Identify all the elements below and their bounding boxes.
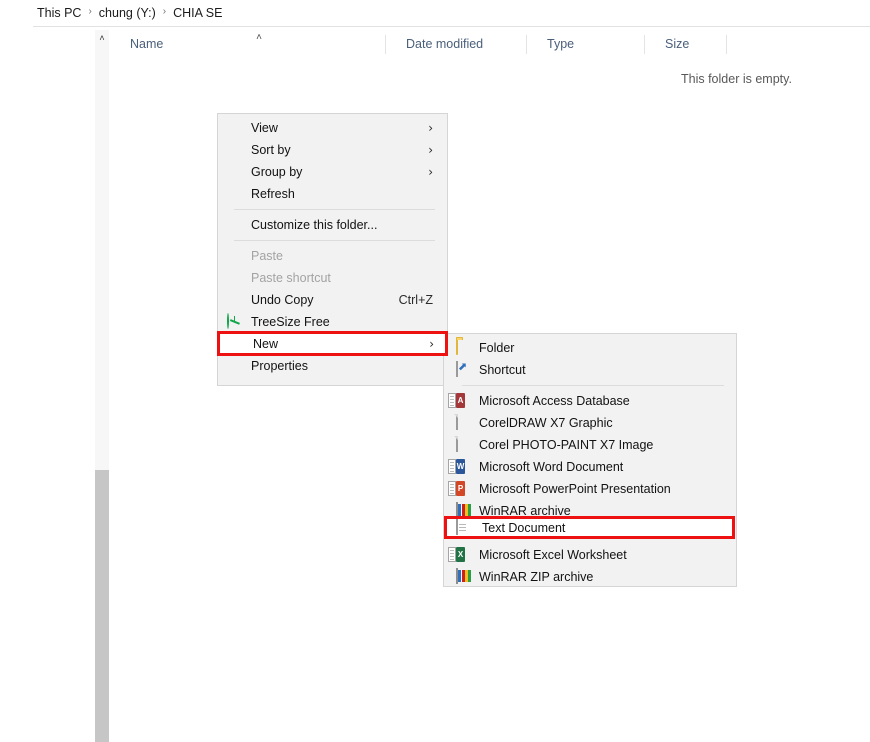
context-menu-item-label: New xyxy=(253,336,279,351)
new-submenu-item-label: CorelDRAW X7 Graphic xyxy=(479,416,613,430)
context-menu-item-label: View xyxy=(251,121,278,135)
context-menu-item-label: Undo Copy xyxy=(251,293,314,307)
column-header-type[interactable]: Type xyxy=(526,30,644,58)
context-menu-item-label: Group by xyxy=(251,165,303,179)
context-menu-item-properties[interactable]: Properties xyxy=(218,355,447,377)
breadcrumb-separator-icon: › xyxy=(162,6,167,17)
context-menu-item-refresh[interactable]: Refresh xyxy=(218,183,447,205)
context-menu-item-accelerator: Ctrl+Z xyxy=(398,293,433,307)
context-menu-item-customize-this-folder[interactable]: Customize this folder... xyxy=(218,214,447,236)
context-menu-item-paste-shortcut: Paste shortcut xyxy=(218,267,447,289)
folder-icon xyxy=(456,339,472,356)
new-submenu-item-coreldraw-x7-graphic[interactable]: CorelDRAW X7 Graphic xyxy=(444,412,736,434)
text-document-icon xyxy=(456,518,472,536)
column-header-date-modified[interactable]: Date modified xyxy=(385,30,526,58)
new-submenu-item-microsoft-excel-worksheet[interactable]: X Microsoft Excel Worksheet xyxy=(444,544,736,566)
chevron-right-icon: › xyxy=(428,121,433,135)
new-submenu: Folder Shortcut A Microsoft Access Datab… xyxy=(443,333,737,587)
context-menu-separator xyxy=(234,240,435,241)
new-submenu-item-label: Folder xyxy=(479,341,515,355)
scrollbar-thumb[interactable] xyxy=(95,470,109,742)
new-submenu-item-label: WinRAR ZIP archive xyxy=(479,570,594,584)
word-icon: W xyxy=(448,459,472,475)
winrar-icon xyxy=(456,568,472,585)
context-menu-separator xyxy=(234,209,435,210)
new-submenu-item-label: Microsoft Word Document xyxy=(479,460,624,474)
column-header-size[interactable]: Size xyxy=(644,30,726,58)
chevron-right-icon: › xyxy=(428,165,433,179)
breadcrumb-separator-icon: › xyxy=(88,6,92,17)
new-submenu-item-label: Shortcut xyxy=(479,363,526,377)
context-menu-item-label: Properties xyxy=(251,359,308,373)
treesize-icon xyxy=(227,313,243,330)
context-menu-item-label: TreeSize Free xyxy=(251,315,330,329)
new-submenu-item-microsoft-powerpoint-presentation[interactable]: P Microsoft PowerPoint Presentation xyxy=(444,478,736,500)
access-icon: A xyxy=(448,393,472,409)
breadcrumb-item-chia-se[interactable]: CHIA SE xyxy=(173,6,222,20)
text-document-menu-item-highlight[interactable]: Text Document xyxy=(444,516,735,539)
sort-ascending-caret-icon: ˄ xyxy=(256,31,262,43)
empty-folder-message: This folder is empty. xyxy=(681,72,792,86)
context-menu-item-label: Customize this folder... xyxy=(251,218,378,232)
new-submenu-item-microsoft-access-database[interactable]: A Microsoft Access Database xyxy=(444,390,736,412)
new-submenu-item-shortcut[interactable]: Shortcut xyxy=(444,359,736,381)
new-menu-item-highlight[interactable]: New › xyxy=(217,331,448,356)
new-submenu-item-label: Microsoft Excel Worksheet xyxy=(479,548,627,562)
shortcut-icon xyxy=(456,361,472,378)
context-menu-item-view[interactable]: View › xyxy=(218,117,447,139)
context-menu-item-group-by[interactable]: Group by › xyxy=(218,161,447,183)
context-menu-item-label: Paste shortcut xyxy=(251,271,331,285)
file-list-column-headers: Name Date modified Type Size xyxy=(109,30,734,58)
new-submenu-item-label: Microsoft PowerPoint Presentation xyxy=(479,482,671,496)
new-submenu-item-microsoft-word-document[interactable]: W Microsoft Word Document xyxy=(444,456,736,478)
column-header-name[interactable]: Name xyxy=(109,30,385,58)
breadcrumb-item-chung-drive[interactable]: chung (Y:) xyxy=(99,6,156,20)
excel-icon: X xyxy=(448,547,472,563)
vertical-scrollbar[interactable]: ˄ xyxy=(95,30,109,742)
chevron-right-icon: › xyxy=(428,143,433,157)
new-submenu-separator xyxy=(462,385,724,386)
new-submenu-item-corel-photo-paint-x7-image[interactable]: Corel PHOTO-PAINT X7 Image xyxy=(444,434,736,456)
context-menu-item-paste: Paste xyxy=(218,245,447,267)
new-submenu-item-label: Text Document xyxy=(482,520,566,535)
context-menu-item-treesize-free[interactable]: TreeSize Free xyxy=(218,311,447,333)
context-menu-item-label: Sort by xyxy=(251,143,291,157)
blank-page-icon xyxy=(456,414,472,431)
new-submenu-item-label: Microsoft Access Database xyxy=(479,394,630,408)
blank-page-icon xyxy=(456,436,472,453)
new-submenu-item-winrar-zip-archive[interactable]: WinRAR ZIP archive xyxy=(444,566,736,588)
context-menu-item-undo-copy[interactable]: Undo Copy Ctrl+Z xyxy=(218,289,447,311)
breadcrumb-item-this-pc[interactable]: This PC xyxy=(37,6,81,20)
context-menu-item-label: Refresh xyxy=(251,187,295,201)
powerpoint-icon: P xyxy=(448,481,472,497)
context-menu-item-label: Paste xyxy=(251,249,283,263)
column-header-divider xyxy=(726,35,727,54)
new-submenu-item-label: Corel PHOTO-PAINT X7 Image xyxy=(479,438,654,452)
new-submenu-item-folder[interactable]: Folder xyxy=(444,337,736,359)
chevron-right-icon: › xyxy=(429,336,434,351)
breadcrumb-divider xyxy=(33,26,870,27)
scroll-up-arrow-icon[interactable]: ˄ xyxy=(95,30,109,46)
context-menu-item-sort-by[interactable]: Sort by › xyxy=(218,139,447,161)
breadcrumb[interactable]: This PC › chung (Y:) › CHIA SE xyxy=(0,0,870,26)
